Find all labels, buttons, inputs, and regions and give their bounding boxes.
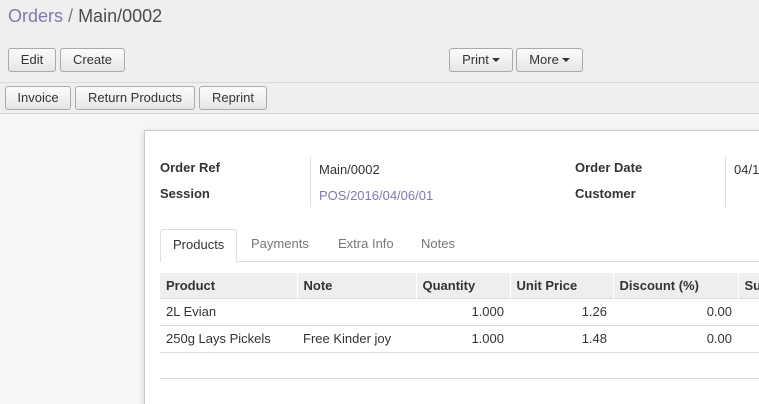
cell-discount: 0.00 (613, 297, 738, 325)
cell-subtotal (738, 297, 759, 325)
breadcrumb-current: Main/0002 (78, 6, 163, 26)
tab-extra-info[interactable]: Extra Info (326, 229, 406, 262)
breadcrumb: Orders / Main/0002 (8, 5, 162, 27)
tab-notes[interactable]: Notes (409, 229, 467, 262)
caret-down-icon (561, 57, 570, 62)
session-link[interactable]: POS/2016/04/06/01 (319, 188, 433, 203)
notebook-tabs: Products Payments Extra Info Notes (160, 229, 759, 262)
column-header-quantity[interactable]: Quantity (416, 273, 511, 298)
create-button[interactable]: Create (60, 48, 125, 72)
column-header-discount[interactable]: Discount (%) (613, 273, 739, 298)
more-dropdown-button[interactable]: More (516, 48, 583, 72)
table-footer-divider (160, 378, 759, 379)
table-row[interactable]: 250g Lays Pickels Free Kinder joy 1.000 … (160, 324, 759, 353)
order-lines-table: Product Note Quantity Unit Price Discoun… (160, 273, 759, 353)
order-ref-label: Order Ref (160, 160, 220, 175)
column-header-product[interactable]: Product (160, 273, 298, 298)
breadcrumb-separator: / (68, 6, 74, 26)
form-sheet: Order Ref Main/0002 Session POS/2016/04/… (144, 130, 759, 404)
more-label: More (529, 52, 559, 67)
table-row[interactable]: 2L Evian 1.000 1.26 0.00 (160, 297, 759, 325)
cell-quantity: 1.000 (416, 324, 510, 353)
field-divider (725, 157, 726, 207)
cell-note (297, 297, 416, 325)
cell-quantity: 1.000 (416, 297, 510, 325)
status-bar: Invoice Return Products Reprint (0, 83, 759, 114)
order-date-label: Order Date (575, 160, 643, 175)
return-products-button[interactable]: Return Products (75, 86, 195, 110)
cell-unit-price: 1.26 (510, 297, 613, 325)
print-label: Print (462, 52, 489, 67)
column-header-note[interactable]: Note (297, 273, 417, 298)
print-dropdown-button[interactable]: Print (449, 48, 513, 72)
column-header-subtotal[interactable]: Su (738, 273, 759, 298)
edit-button[interactable]: Edit (8, 48, 56, 72)
control-panel: Orders / Main/0002 Edit Create Print Mor… (0, 0, 759, 83)
cell-note: Free Kinder joy (297, 324, 416, 353)
cell-product: 250g Lays Pickels (160, 324, 297, 353)
reprint-button[interactable]: Reprint (199, 86, 267, 110)
column-header-unit-price[interactable]: Unit Price (510, 273, 614, 298)
cell-subtotal (738, 324, 759, 353)
table-header-row: Product Note Quantity Unit Price Discoun… (160, 273, 759, 298)
order-ref-value: Main/0002 (319, 162, 380, 177)
cell-discount: 0.00 (613, 324, 738, 353)
order-date-value: 04/1 (734, 162, 759, 177)
invoice-button[interactable]: Invoice (5, 86, 71, 110)
field-divider (310, 157, 311, 207)
tab-payments[interactable]: Payments (239, 229, 321, 262)
session-label: Session (160, 186, 210, 201)
tab-products[interactable]: Products (160, 229, 238, 262)
customer-label: Customer (575, 186, 636, 201)
caret-down-icon (491, 57, 500, 62)
breadcrumb-orders-link[interactable]: Orders (8, 6, 63, 26)
cell-product: 2L Evian (160, 297, 297, 325)
cell-unit-price: 1.48 (510, 324, 613, 353)
